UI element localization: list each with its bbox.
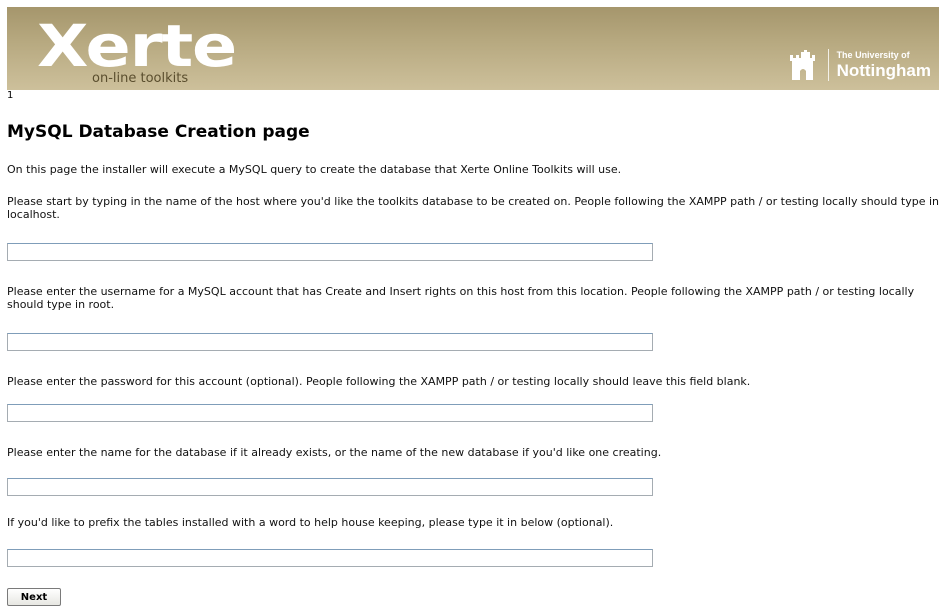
next-button[interactable]: Next	[7, 588, 61, 606]
castle-icon	[789, 50, 815, 80]
university-logo: The University of Nottingham	[788, 45, 931, 85]
header-banner: Xerte on-line toolkits The University of…	[7, 7, 939, 90]
step-number: 1	[7, 90, 14, 101]
host-label: Please start by typing in the name of th…	[7, 195, 939, 221]
table-prefix-label: If you'd like to prefix the tables insta…	[7, 516, 614, 529]
password-label: Please enter the password for this accou…	[7, 375, 751, 388]
database-name-input[interactable]	[7, 478, 653, 496]
password-input[interactable]	[7, 404, 653, 422]
database-name-label: Please enter the name for the database i…	[7, 446, 662, 459]
page-content: MySQL Database Creation page	[7, 122, 939, 142]
intro-text: On this page the installer will execute …	[7, 163, 622, 176]
page-title: MySQL Database Creation page	[7, 122, 310, 142]
host-input[interactable]	[7, 243, 653, 261]
table-prefix-input[interactable]	[7, 549, 653, 567]
xerte-logo-tagline: on-line toolkits	[92, 71, 189, 86]
university-name-small: The University of	[836, 50, 910, 60]
university-name-big: Nottingham	[836, 61, 931, 80]
logo-divider	[827, 49, 829, 81]
university-name: The University of Nottingham	[836, 50, 931, 80]
username-label: Please enter the username for a MySQL ac…	[7, 285, 915, 311]
username-input[interactable]	[7, 333, 653, 351]
